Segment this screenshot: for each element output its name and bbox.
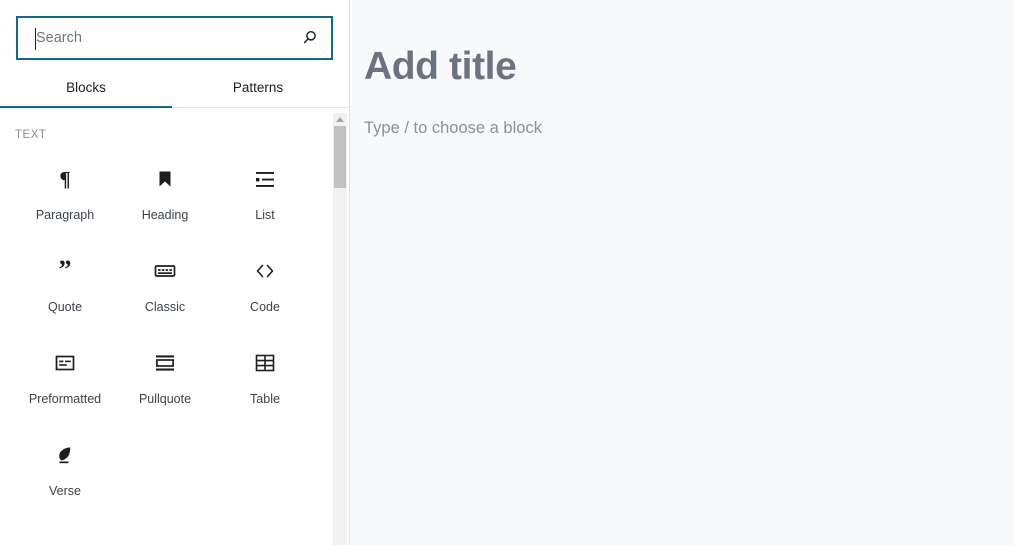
tab-patterns[interactable]: Patterns — [172, 74, 344, 107]
paragraph-pilcrow-icon: ¶ — [53, 167, 77, 191]
block-item-verse[interactable]: Verse — [15, 429, 115, 521]
block-label: Classic — [144, 300, 186, 314]
block-label: Heading — [141, 208, 189, 222]
block-label: Quote — [47, 300, 83, 314]
scrollbar-thumb[interactable] — [334, 126, 346, 188]
editor-canvas: Add title Type / to choose a block — [350, 0, 1014, 545]
pullquote-bars-icon — [153, 351, 177, 375]
search-input[interactable] — [18, 18, 331, 58]
quote-marks-icon: ” — [53, 259, 77, 283]
post-title-placeholder[interactable]: Add title — [364, 45, 1014, 89]
inserter-scrollbar[interactable] — [333, 113, 347, 545]
block-label: Table — [250, 392, 280, 406]
block-item-list[interactable]: List — [215, 153, 315, 245]
block-label: Preformatted — [28, 392, 102, 406]
tab-blocks[interactable]: Blocks — [0, 74, 172, 108]
table-grid-icon — [253, 351, 277, 375]
block-item-pullquote[interactable]: Pullquote — [115, 337, 215, 429]
list-bullet-icon — [253, 167, 277, 191]
block-inserter-panel: Blocks Patterns TEXT ¶ Paragraph — [0, 0, 350, 545]
block-item-heading[interactable]: Heading — [115, 153, 215, 245]
block-label: Verse — [49, 484, 81, 498]
block-item-quote[interactable]: ” Quote — [15, 245, 115, 337]
category-heading-text: TEXT — [15, 129, 47, 141]
block-grid: ¶ Paragraph Heading List ” Quote Classic… — [0, 141, 349, 521]
search-region — [0, 0, 349, 60]
svg-text:”: ” — [59, 259, 72, 283]
block-label: Code — [250, 300, 280, 314]
svg-text:¶: ¶ — [59, 167, 70, 191]
block-label: List — [255, 208, 275, 222]
post-body-placeholder[interactable]: Type / to choose a block — [364, 119, 1014, 138]
scroll-up-arrow-icon[interactable] — [333, 113, 347, 126]
block-editor-screen: Blocks Patterns TEXT ¶ Paragraph — [0, 0, 1014, 545]
classic-keyboard-icon — [153, 259, 177, 283]
block-item-classic[interactable]: Classic — [115, 245, 215, 337]
block-item-table[interactable]: Table — [215, 337, 315, 429]
inserter-tabs: Blocks Patterns — [0, 74, 349, 108]
code-angle-brackets-icon — [253, 259, 277, 283]
verse-leaf-icon — [53, 443, 77, 467]
block-item-preformatted[interactable]: Preformatted — [15, 337, 115, 429]
preformatted-box-icon — [53, 351, 77, 375]
heading-bookmark-icon — [153, 167, 177, 191]
block-label: Paragraph — [35, 208, 95, 222]
block-item-paragraph[interactable]: ¶ Paragraph — [15, 153, 115, 245]
block-list-body: TEXT ¶ Paragraph Heading List ” Quote Cl… — [0, 108, 349, 545]
block-label: Pullquote — [138, 392, 192, 406]
search-box[interactable] — [16, 16, 333, 60]
post-document: Add title Type / to choose a block — [350, 0, 1014, 138]
block-item-code[interactable]: Code — [215, 245, 315, 337]
text-cursor — [35, 28, 36, 50]
